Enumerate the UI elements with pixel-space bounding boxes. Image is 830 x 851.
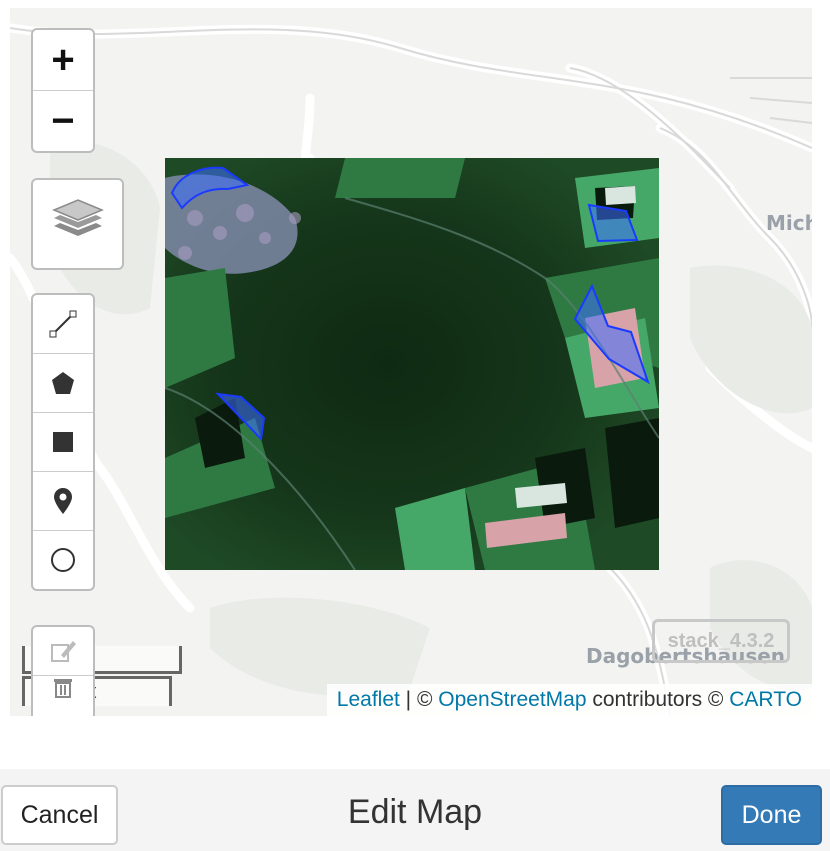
delete-layers-button[interactable] [33, 675, 93, 716]
version-badge: stack_4.3.2 [652, 619, 790, 663]
drawn-polygon-1[interactable] [170, 166, 250, 210]
done-button[interactable]: Done [721, 785, 822, 845]
map-container[interactable]: Mich Dagobertshausen stack_4.3.2 Leaflet… [10, 8, 812, 716]
draw-polygon-button[interactable] [33, 353, 93, 412]
draw-marker-button[interactable] [33, 471, 93, 530]
draw-circle-button[interactable] [33, 530, 93, 589]
marker-icon [54, 488, 72, 514]
zoom-in-button[interactable]: + [33, 30, 93, 90]
layers-icon [51, 199, 104, 236]
drawn-polygon-3[interactable] [573, 283, 650, 385]
drawn-polygon-4[interactable] [215, 392, 266, 442]
carto-link[interactable]: CARTO [729, 688, 802, 711]
map-attribution: Leaflet | © OpenStreetMap contributors ©… [326, 684, 812, 716]
draw-toolbar [31, 293, 95, 591]
zoom-control: + − [31, 28, 95, 153]
rectangle-icon [53, 432, 73, 452]
openstreetmap-link[interactable]: OpenStreetMap [438, 688, 586, 711]
circle-icon [51, 548, 75, 572]
polygon-icon [52, 372, 74, 394]
attribution-separator: | © [399, 688, 439, 711]
edit-layers-button[interactable] [33, 627, 93, 675]
edit-icon [51, 641, 76, 662]
edit-map-footer: Cancel Edit Map Done [0, 769, 830, 851]
drawn-shapes-layer[interactable] [10, 8, 812, 716]
edit-toolbar [31, 625, 95, 716]
polyline-icon [49, 310, 77, 338]
draw-rectangle-button[interactable] [33, 412, 93, 471]
drawn-polygon-2[interactable] [587, 203, 639, 243]
draw-polyline-button[interactable] [33, 295, 93, 353]
delete-icon [54, 679, 72, 698]
zoom-out-button[interactable]: − [33, 90, 93, 151]
edit-map-title: Edit Map [347, 793, 483, 831]
leaflet-link[interactable]: Leaflet [337, 688, 400, 711]
layers-control-button[interactable] [31, 178, 124, 270]
attribution-contributors: contributors © [586, 688, 730, 711]
